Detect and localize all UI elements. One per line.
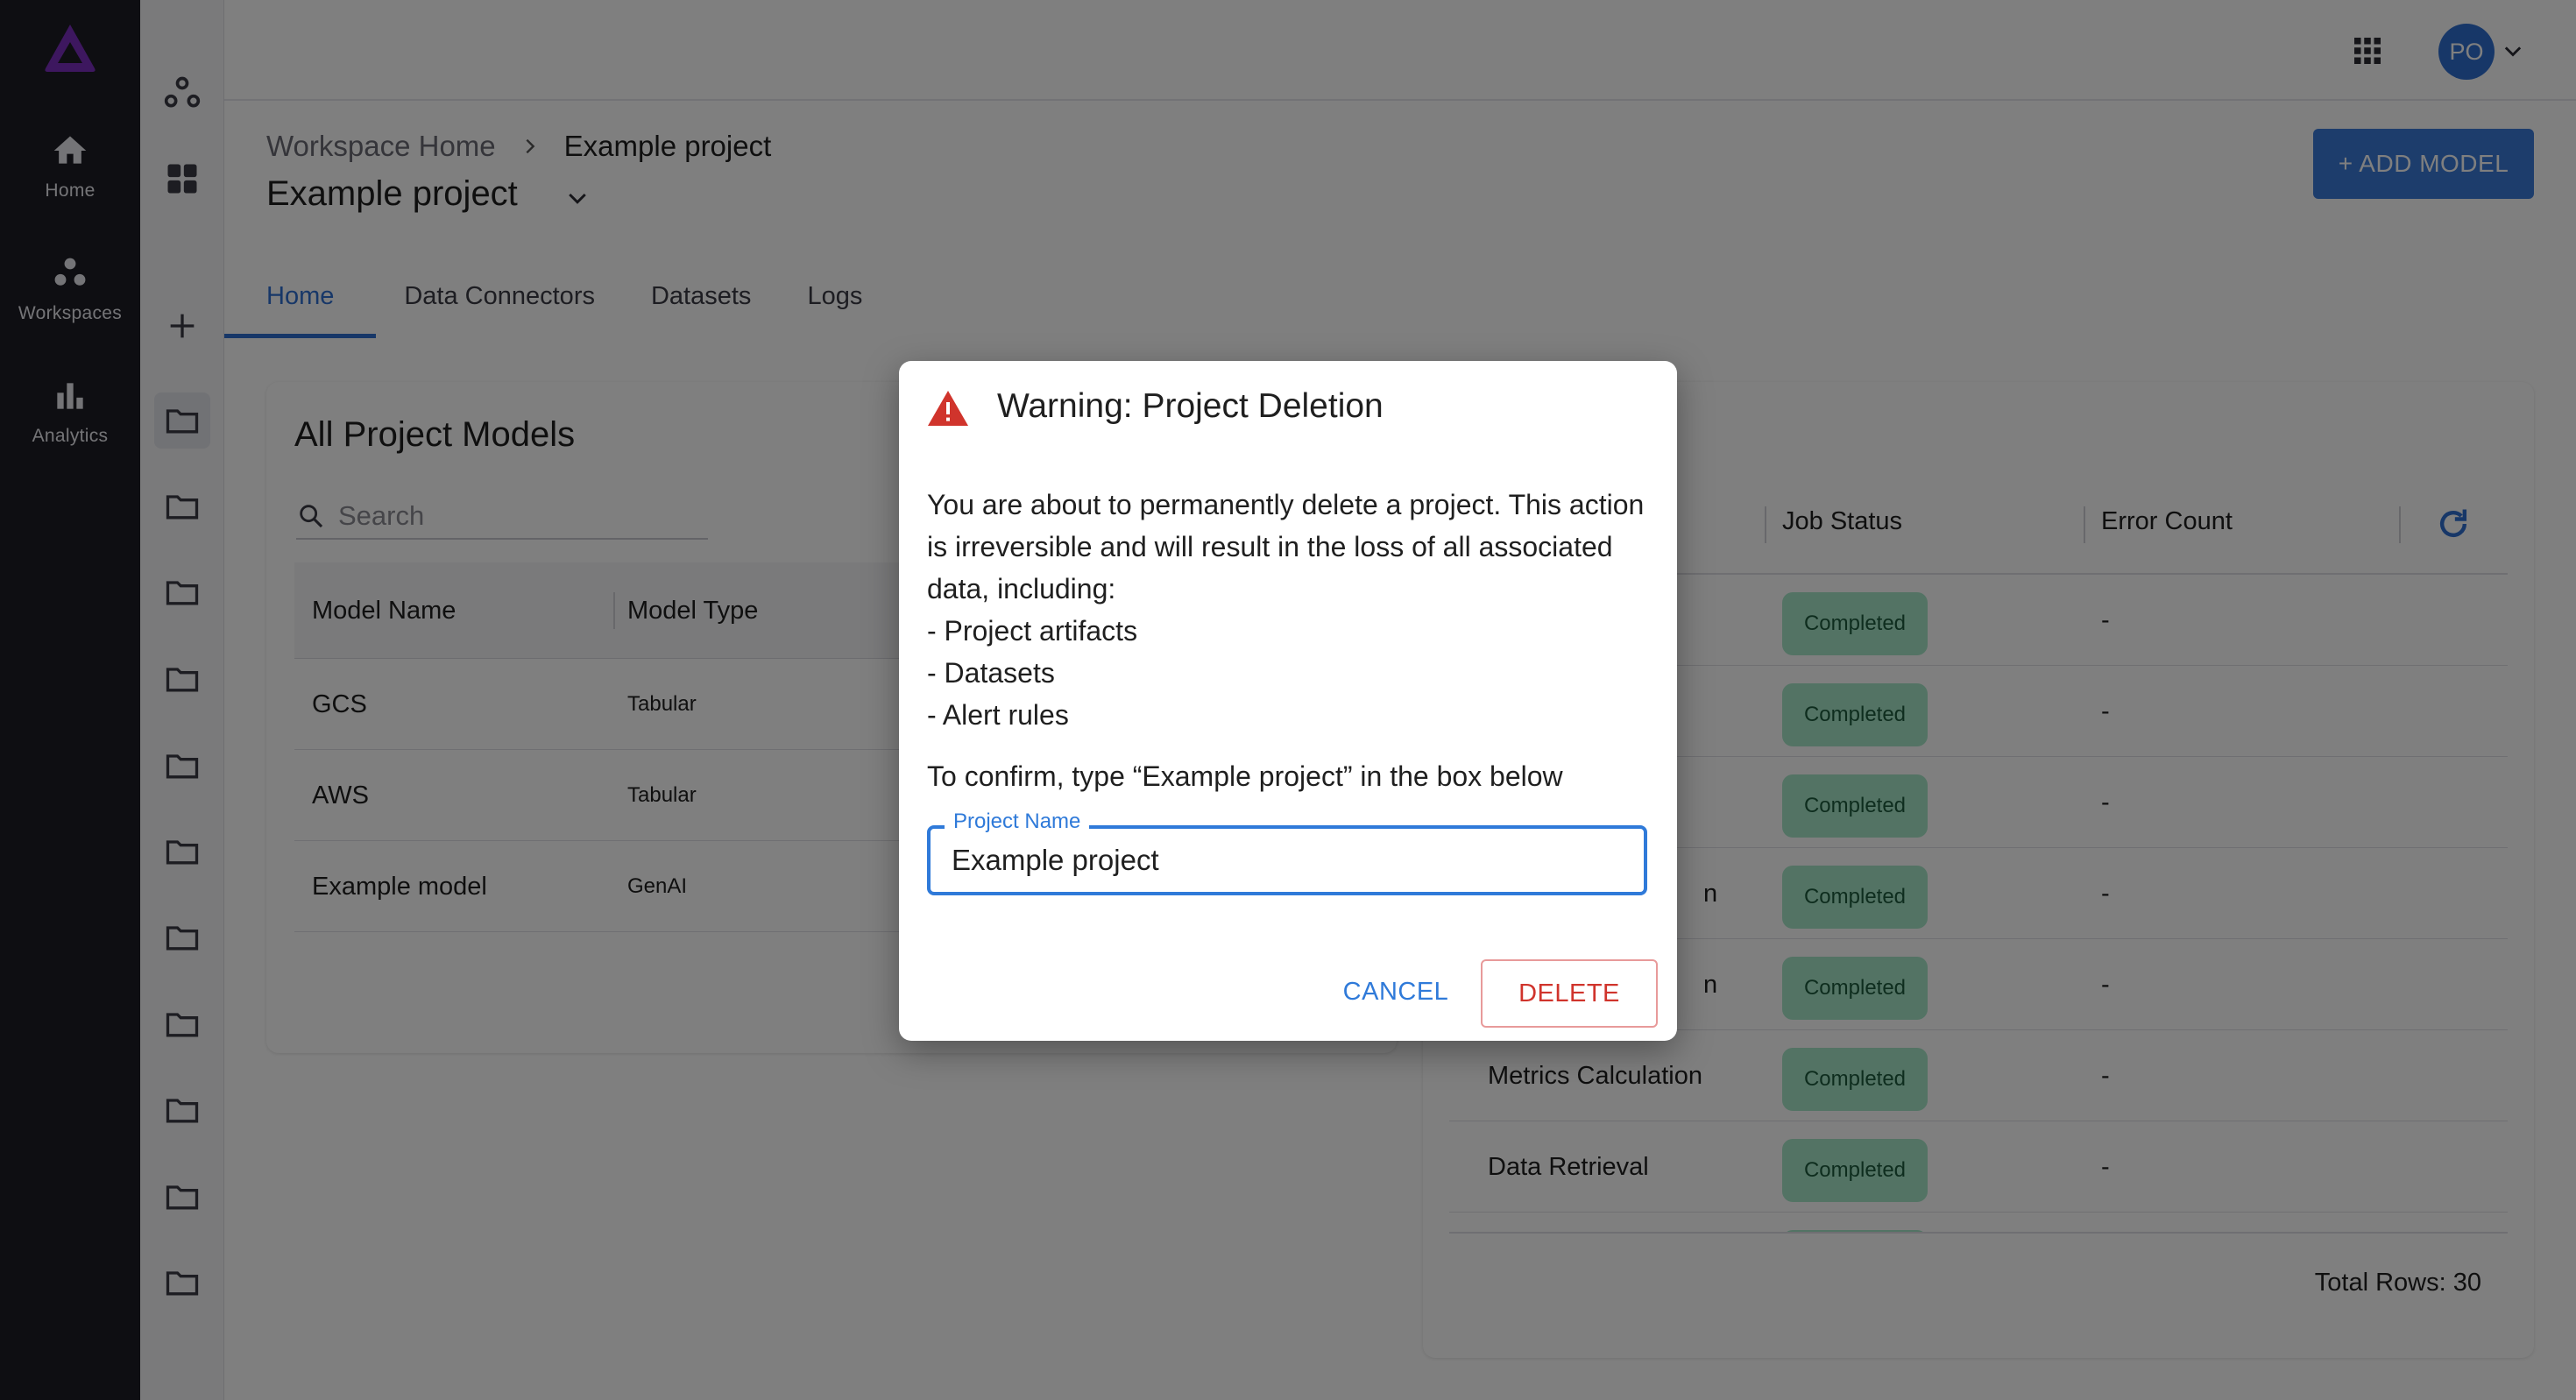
confirm-instructions: To confirm, type “Example project” in th… [927,760,1563,792]
dialog-body: You are about to permanently delete a pr… [927,484,1654,736]
warning-icon [928,391,968,426]
dialog-list-item: - Project artifacts [927,615,1138,647]
delete-project-dialog: Warning: Project Deletion You are about … [899,361,1677,1041]
dialog-list-item: - Datasets [927,657,1055,689]
field-label: Project Name [945,810,1090,834]
dialog-list-item: - Alert rules [927,699,1069,731]
project-name-input[interactable] [952,839,1617,881]
dialog-title: Warning: Project Deletion [997,387,1384,425]
dialog-intro: You are about to permanently delete a pr… [927,489,1645,605]
delete-button[interactable]: DELETE [1481,959,1658,1028]
cancel-button[interactable]: CANCEL [1339,960,1453,1023]
project-name-field: Project Name [927,810,1647,895]
